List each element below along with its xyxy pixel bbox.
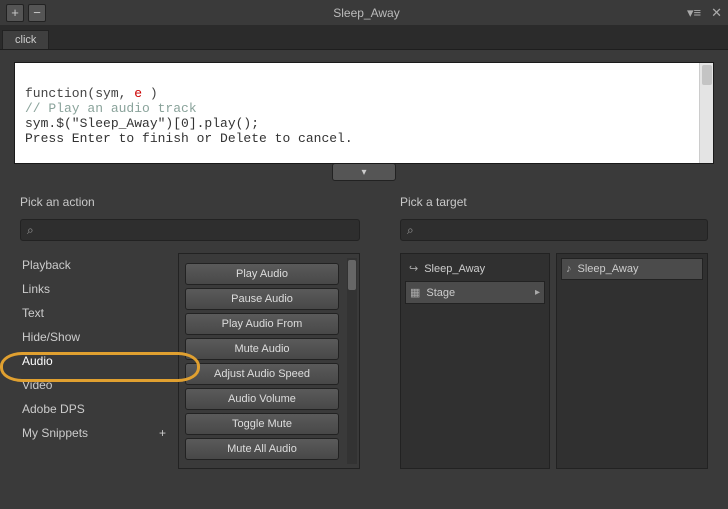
target-label: Sleep_Away <box>578 263 639 275</box>
category-hide-show[interactable]: Hide/Show <box>20 325 170 349</box>
code-line-4: Press Enter to finish or Delete to cance… <box>25 131 353 146</box>
search-icon: ⌕ <box>407 223 414 238</box>
target-sub-sleep-away[interactable]: ♪ Sleep_Away <box>561 258 703 280</box>
window-title: Sleep_Away <box>46 6 687 20</box>
add-snippet-icon[interactable]: + <box>159 426 166 440</box>
category-my-snippets-label: My Snippets <box>22 426 88 440</box>
category-adobe-dps[interactable]: Adobe DPS <box>20 397 170 421</box>
audio-icon: ♪ <box>566 263 572 275</box>
chevron-right-icon: ▸ <box>535 287 540 298</box>
action-search-input[interactable]: ⌕ <box>20 219 360 241</box>
target-sublist: ♪ Sleep_Away <box>556 253 708 469</box>
action-play-audio[interactable]: Play Audio <box>185 263 339 285</box>
target-label: Sleep_Away <box>424 263 485 275</box>
action-category-list: Playback Links Text Hide/Show Audio Vide… <box>20 253 170 469</box>
action-toggle-mute[interactable]: Toggle Mute <box>185 413 339 435</box>
pick-action-heading: Pick an action <box>20 195 360 209</box>
search-icon: ⌕ <box>27 223 34 238</box>
editor-scrollbar[interactable] <box>699 63 713 163</box>
action-audio-volume[interactable]: Audio Volume <box>185 388 339 410</box>
target-label: Stage <box>426 287 455 299</box>
return-icon: ↪ <box>409 262 418 275</box>
target-search-input[interactable]: ⌕ <box>400 219 708 241</box>
target-stage[interactable]: ▦ Stage ▸ <box>405 281 545 304</box>
code-line-1a: function(sym, <box>25 86 134 101</box>
category-video[interactable]: Video <box>20 373 170 397</box>
pick-target-panel: Pick a target ⌕ ↪ Sleep_Away ▦ Stage ▸ ♪… <box>400 195 708 469</box>
category-text[interactable]: Text <box>20 301 170 325</box>
code-editor[interactable]: function(sym, e ) // Play an audio track… <box>14 62 714 164</box>
action-play-audio-from[interactable]: Play Audio From <box>185 313 339 335</box>
remove-button[interactable]: − <box>28 4 46 22</box>
code-line-1b: e <box>134 86 142 101</box>
close-icon[interactable]: ✕ <box>711 5 722 21</box>
code-line-2: // Play an audio track <box>25 101 197 116</box>
target-list: ↪ Sleep_Away ▦ Stage ▸ <box>400 253 550 469</box>
action-list-panel: Play Audio Pause Audio Play Audio From M… <box>178 253 360 469</box>
action-scroll-thumb[interactable] <box>348 260 356 290</box>
add-button[interactable]: + <box>6 4 24 22</box>
code-line-1c: ) <box>142 86 158 101</box>
pick-target-heading: Pick a target <box>400 195 708 209</box>
stage-icon: ▦ <box>410 286 420 299</box>
category-my-snippets[interactable]: My Snippets + <box>20 421 170 445</box>
tabs-row: click <box>0 26 728 50</box>
window-titlebar: + − Sleep_Away ▾≡ ✕ <box>0 0 728 26</box>
category-audio[interactable]: Audio <box>20 349 170 373</box>
window-menu-icon[interactable]: ▾≡ <box>687 5 701 21</box>
editor-scroll-thumb[interactable] <box>702 65 712 85</box>
target-sleep-away[interactable]: ↪ Sleep_Away <box>405 258 545 279</box>
action-scrollbar[interactable] <box>347 258 357 464</box>
action-adjust-audio-speed[interactable]: Adjust Audio Speed <box>185 363 339 385</box>
tab-click[interactable]: click <box>2 30 49 49</box>
category-links[interactable]: Links <box>20 277 170 301</box>
code-line-3: sym.$("Sleep_Away")[0].play(); <box>25 116 259 131</box>
action-mute-audio[interactable]: Mute Audio <box>185 338 339 360</box>
category-playback[interactable]: Playback <box>20 253 170 277</box>
expand-panel-button[interactable]: ▾ <box>332 163 396 181</box>
action-mute-all-audio[interactable]: Mute All Audio <box>185 438 339 460</box>
pick-action-panel: Pick an action ⌕ Playback Links Text Hid… <box>20 195 360 469</box>
action-pause-audio[interactable]: Pause Audio <box>185 288 339 310</box>
